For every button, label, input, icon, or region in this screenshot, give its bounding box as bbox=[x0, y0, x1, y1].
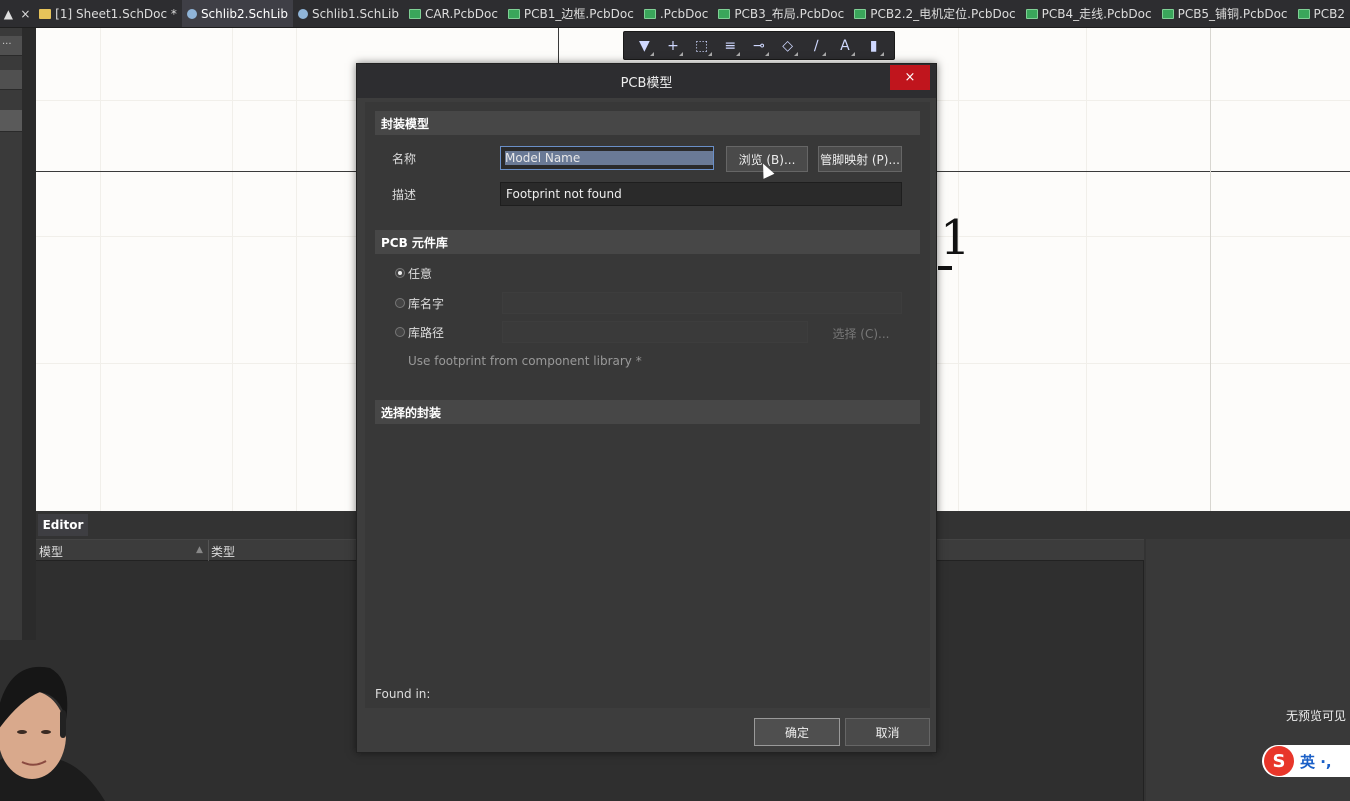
description-field[interactable]: Footprint not found bbox=[500, 182, 902, 206]
lib-doc-icon bbox=[297, 8, 308, 19]
document-tab-bar: ▲ × [1] Sheet1.SchDoc * Schlib2.SchLib Sch… bbox=[0, 0, 1350, 28]
fill-icon[interactable]: ◇ bbox=[777, 35, 799, 57]
tab-label: PCB4_走线.PcbDoc bbox=[1041, 7, 1152, 21]
pcb-doc-icon bbox=[643, 8, 656, 19]
tab-list: [1] Sheet1.SchDoc * Schlib2.SchLib Schlib1… bbox=[34, 0, 1350, 27]
tab-1[interactable]: Schlib2.SchLib bbox=[181, 0, 293, 27]
sort-up-icon: ▲ bbox=[196, 545, 203, 555]
ime-mode-text: 英 ·, bbox=[1300, 752, 1332, 771]
name-label: 名称 bbox=[392, 152, 417, 166]
filter-icon[interactable]: ▼ bbox=[633, 35, 655, 57]
editor-tab[interactable]: Editor bbox=[38, 514, 88, 536]
tab-label: .PcbDoc bbox=[659, 6, 709, 21]
radio-lib-path[interactable] bbox=[395, 327, 405, 337]
pcb-doc-icon bbox=[718, 8, 731, 19]
found-in-label: Found in: bbox=[375, 687, 431, 701]
tab-10[interactable]: PCB2 bbox=[1293, 0, 1350, 27]
description-label: 描述 bbox=[392, 188, 417, 202]
close-tab-icon[interactable]: × bbox=[20, 7, 30, 21]
tab-label: PCB5_铺铜.PcbDoc bbox=[1177, 7, 1288, 21]
column-header-type[interactable]: 类型 bbox=[211, 543, 235, 560]
tab-label: Schlib2.SchLib bbox=[200, 6, 288, 21]
footprint-preview-area[interactable] bbox=[375, 424, 920, 682]
sogou-logo-icon: S bbox=[1264, 746, 1294, 776]
section-selected-footprint: 选择的封装 bbox=[375, 400, 920, 424]
tab-4[interactable]: PCB1_边框.PcbDoc bbox=[503, 0, 639, 27]
pcb-doc-icon bbox=[854, 8, 867, 19]
line-icon[interactable]: ∕ bbox=[805, 35, 827, 57]
model-name-input[interactable] bbox=[500, 146, 714, 170]
pcb-doc-icon bbox=[1025, 8, 1038, 19]
lib-path-field bbox=[502, 321, 808, 343]
tab-label: CAR.PcbDoc bbox=[424, 6, 498, 21]
close-icon: × bbox=[904, 70, 916, 85]
tab-label: PCB2 bbox=[1313, 6, 1345, 21]
pin-icon[interactable]: ⊸ bbox=[748, 35, 770, 57]
tab-0[interactable]: [1] Sheet1.SchDoc * bbox=[34, 0, 182, 27]
tab-label: PCB3_布局.PcbDoc bbox=[734, 7, 845, 21]
pcb-doc-icon bbox=[1161, 8, 1174, 19]
pin-stub[interactable] bbox=[938, 266, 952, 270]
tab-label: [1] Sheet1.SchDoc * bbox=[55, 6, 177, 21]
dialog-title: PCB模型 bbox=[620, 75, 673, 91]
tab-label: Schlib1.SchLib bbox=[311, 6, 399, 21]
tab-3[interactable]: CAR.PcbDoc bbox=[404, 0, 503, 27]
component-icon[interactable]: ▮ bbox=[863, 35, 885, 57]
pcb-doc-icon bbox=[1297, 8, 1310, 19]
section-footprint-model: 封装模型 bbox=[375, 111, 920, 135]
tab-6[interactable]: PCB3_布局.PcbDoc bbox=[713, 0, 849, 27]
tab-label: PCB1_边框.PcbDoc bbox=[523, 7, 634, 21]
plus-icon[interactable]: + bbox=[662, 35, 684, 57]
side-panel-button[interactable]: ... bbox=[0, 36, 22, 56]
pcb-doc-icon bbox=[408, 8, 421, 19]
radio-lib-name[interactable] bbox=[395, 298, 405, 308]
dialog-title-bar: PCB模型 bbox=[357, 64, 936, 98]
select-rect-icon[interactable]: ⬚ bbox=[691, 35, 713, 57]
lib-name-field bbox=[502, 292, 902, 314]
lib-doc-icon bbox=[186, 8, 197, 19]
sch-doc-icon bbox=[39, 8, 52, 19]
align-icon[interactable]: ≡ bbox=[719, 35, 741, 57]
close-button[interactable]: × bbox=[890, 65, 930, 90]
tab-8[interactable]: PCB4_走线.PcbDoc bbox=[1021, 0, 1157, 27]
column-header-model[interactable]: 模型 bbox=[39, 543, 63, 560]
tab-5[interactable]: .PcbDoc bbox=[639, 0, 713, 27]
webcam-overlay bbox=[0, 640, 110, 801]
radio-any-label[interactable]: 任意 bbox=[408, 265, 432, 282]
side-panel-button-2[interactable] bbox=[0, 70, 22, 90]
pin-map-button[interactable]: 管脚映射 (P)... bbox=[818, 146, 902, 172]
radio-lib-name-label[interactable]: 库名字 bbox=[408, 295, 444, 312]
dialog-content: 封装模型 名称 浏览 (B)... 管脚映射 (P)... 描述 Footpri… bbox=[365, 102, 930, 708]
tab-7[interactable]: PCB2.2_电机定位.PcbDoc bbox=[849, 0, 1020, 27]
active-bar-toolbar: ▼ + ⬚ ≡ ⊸ ◇ ∕ A ▮ bbox=[623, 31, 895, 60]
ok-button[interactable]: 确定 bbox=[754, 718, 840, 746]
ime-indicator[interactable]: S 英 ·, bbox=[1262, 745, 1350, 777]
no-preview-text: 无预览可见 bbox=[1285, 709, 1346, 723]
text-icon[interactable]: A bbox=[834, 35, 856, 57]
canvas-divider bbox=[1210, 28, 1211, 511]
footprint-hint: Use footprint from component library * bbox=[408, 354, 642, 368]
tab-9[interactable]: PCB5_铺铜.PcbDoc bbox=[1157, 0, 1293, 27]
radio-any[interactable] bbox=[395, 268, 405, 278]
pcb-doc-icon bbox=[507, 8, 520, 19]
choose-button: 选择 (C)... bbox=[832, 326, 890, 341]
side-panel-button-3[interactable] bbox=[0, 110, 22, 132]
tab-2[interactable]: Schlib1.SchLib bbox=[293, 0, 404, 27]
tab-controls: ▲ × bbox=[0, 0, 34, 27]
tab-label: PCB2.2_电机定位.PcbDoc bbox=[870, 7, 1016, 21]
pcb-model-dialog: PCB模型 × 封装模型 名称 浏览 (B)... 管脚映射 (P)... 描述… bbox=[356, 63, 937, 753]
pin-number-label: 1 bbox=[940, 210, 971, 266]
cancel-button[interactable]: 取消 bbox=[845, 718, 930, 746]
tab-scroll-left-icon[interactable]: ▲ bbox=[4, 7, 13, 21]
radio-lib-path-label[interactable]: 库路径 bbox=[408, 324, 444, 341]
section-pcb-library: PCB 元件库 bbox=[375, 230, 920, 254]
